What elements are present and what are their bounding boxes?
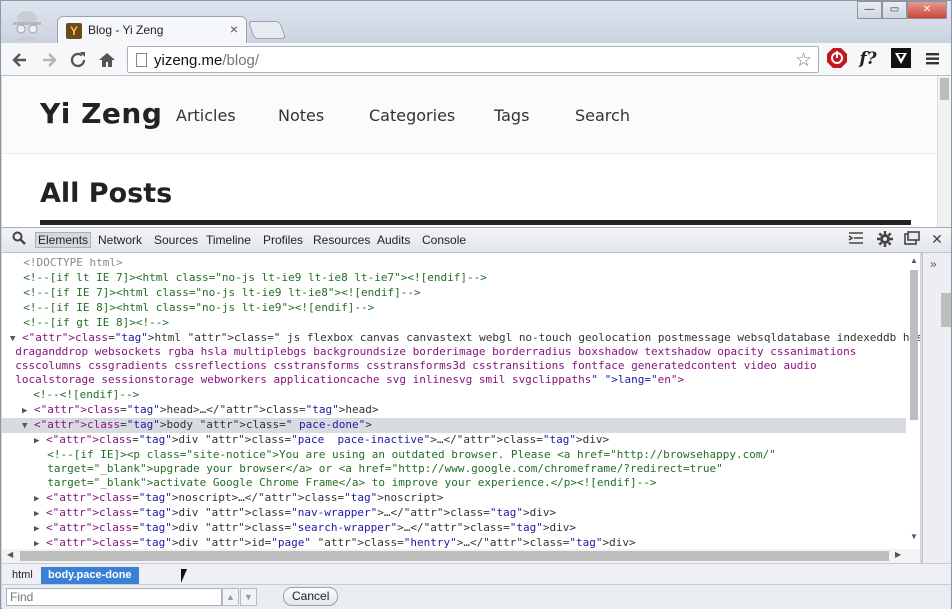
horizontal-scrollbar-thumb[interactable] xyxy=(20,551,889,561)
forward-arrow-icon[interactable] xyxy=(38,49,60,71)
address-bar[interactable]: yizeng.me/blog/ ☆ xyxy=(127,46,819,73)
dom-node-row[interactable]: ▶ <"attr">class="tag">head>…</"attr">cla… xyxy=(2,403,379,418)
dom-node-row[interactable]: localstorage sessionstorage webworkers a… xyxy=(2,373,684,387)
expand-toggle-icon[interactable]: ▶ xyxy=(34,436,39,446)
breadcrumb: html body.pace-done xyxy=(2,563,951,584)
dom-node-row[interactable]: <!DOCTYPE html> xyxy=(2,256,122,270)
find-bar: ▲ ▼ Cancel xyxy=(2,584,951,609)
tab-network[interactable]: Network xyxy=(98,233,142,247)
find-next-button[interactable]: ▼ xyxy=(240,588,257,606)
tab-timeline[interactable]: Timeline xyxy=(206,233,251,247)
expand-toggle-icon[interactable]: ▶ xyxy=(34,509,39,519)
url-text: yizeng.me/blog/ xyxy=(154,52,260,69)
nav-articles[interactable]: Articles xyxy=(176,106,236,125)
tab-title: Blog - Yi Zeng xyxy=(88,23,164,37)
page-scrollbar-thumb[interactable] xyxy=(940,78,949,100)
scroll-right-icon[interactable]: ▶ xyxy=(895,550,901,559)
find-input[interactable] xyxy=(6,588,222,606)
divider xyxy=(40,220,911,225)
function-extension-icon[interactable]: f? xyxy=(856,47,880,71)
maximize-button[interactable]: ▭ xyxy=(882,1,907,19)
reload-icon[interactable] xyxy=(67,49,89,71)
search-icon[interactable] xyxy=(10,231,28,249)
vimium-extension-icon[interactable] xyxy=(889,47,913,71)
undock-icon[interactable] xyxy=(903,231,921,249)
back-arrow-icon[interactable] xyxy=(9,49,31,71)
tab-strip: Y Blog - Yi Zeng × — ▭ ✕ xyxy=(1,1,951,44)
page-title: All Posts xyxy=(40,178,173,209)
gear-icon[interactable] xyxy=(876,231,894,251)
tab-elements[interactable]: Elements xyxy=(35,232,92,248)
dom-node-row[interactable]: ▶ <"attr">class="tag">div "attr">class="… xyxy=(2,506,556,521)
sidebar-scrollbar-thumb[interactable] xyxy=(941,293,951,327)
nav-tags[interactable]: Tags xyxy=(494,106,529,125)
expand-toggle-icon[interactable]: ▶ xyxy=(34,539,39,549)
styles-sidebar: » xyxy=(922,253,951,563)
dom-node-row[interactable]: target="_blank">upgrade your browser</a>… xyxy=(2,462,723,476)
dom-node-row[interactable]: ▶ <"attr">class="tag">div "attr">class="… xyxy=(2,521,576,536)
tab-close-icon[interactable]: × xyxy=(230,21,238,37)
close-window-button[interactable]: ✕ xyxy=(907,1,947,19)
cancel-button[interactable]: Cancel xyxy=(283,587,339,606)
page-scrollbar[interactable] xyxy=(937,76,951,227)
page-icon xyxy=(136,53,147,67)
web-page: Yi Zeng Articles Notes Categories Tags S… xyxy=(2,76,937,227)
find-previous-button[interactable]: ▲ xyxy=(222,588,239,606)
dom-node-row[interactable]: target="_blank">activate Google Chrome F… xyxy=(2,476,656,490)
site-header: Yi Zeng Articles Notes Categories Tags S… xyxy=(2,76,937,154)
incognito-icon xyxy=(7,7,47,41)
expand-toggle-icon[interactable]: ▼ xyxy=(10,334,15,344)
dom-node-row[interactable]: ▶ <"attr">class="tag">div "attr">class="… xyxy=(2,433,609,448)
dom-node-row[interactable]: <!--[if IE 7]><html class="no-js lt-ie9 … xyxy=(2,286,420,300)
dom-node-row[interactable]: draganddrop websockets rgba hsla multipl… xyxy=(2,345,856,359)
breadcrumb-body[interactable]: body.pace-done xyxy=(41,567,139,584)
scroll-down-icon[interactable]: ▼ xyxy=(910,532,918,541)
mouse-cursor-icon xyxy=(181,569,193,583)
stop-sign-extension-icon[interactable] xyxy=(825,47,849,71)
browser-window: Y Blog - Yi Zeng × — ▭ ✕ yizeng.me/blog/… xyxy=(0,0,952,609)
expand-toggle-icon[interactable]: ▶ xyxy=(22,406,27,416)
nav-notes[interactable]: Notes xyxy=(278,106,324,125)
dom-node-row[interactable]: ▼ <"attr">class="tag">html "attr">class=… xyxy=(2,331,920,346)
elements-tree: <!DOCTYPE html> <!--[if lt IE 7]><html c… xyxy=(2,253,920,549)
expand-toggle-icon[interactable]: ▶ xyxy=(34,524,39,534)
sidebar-expand-icon[interactable]: » xyxy=(930,257,937,271)
browser-toolbar: yizeng.me/blog/ ☆ f? xyxy=(1,43,951,76)
nav-search[interactable]: Search xyxy=(575,106,630,125)
scroll-left-icon[interactable]: ◀ xyxy=(7,550,13,559)
tab-blog[interactable]: Y Blog - Yi Zeng × xyxy=(57,16,247,44)
dom-node-row[interactable]: <!--[if gt IE 8]><!--> xyxy=(2,316,169,330)
site-brand[interactable]: Yi Zeng xyxy=(40,97,162,130)
dom-node-row[interactable]: <!--[if IE]><p class="site-notice">You a… xyxy=(2,448,775,462)
scroll-up-icon[interactable]: ▲ xyxy=(910,256,918,265)
dom-node-row[interactable]: <!--<![endif]--> xyxy=(2,388,139,402)
menu-icon[interactable] xyxy=(920,47,944,71)
tab-audits[interactable]: Audits xyxy=(377,233,410,247)
horizontal-scrollbar[interactable]: ◀ ▶ xyxy=(2,549,920,563)
drawer-toggle-icon[interactable] xyxy=(847,231,865,249)
devtools-toolbar: Elements Network Sources Timeline Profil… xyxy=(2,227,951,253)
close-devtools-icon[interactable]: ✕ xyxy=(928,231,946,248)
expand-toggle-icon[interactable]: ▶ xyxy=(34,494,39,504)
dom-node-row[interactable]: <!--[if IE 8]><html class="no-js lt-ie9"… xyxy=(2,301,374,315)
dom-node-row[interactable]: csscolumns cssgradients cssreflections c… xyxy=(2,359,816,373)
tab-sources[interactable]: Sources xyxy=(154,233,198,247)
new-tab-button[interactable] xyxy=(247,21,287,39)
dom-node-row[interactable]: ▶ <"attr">class="tag">div "attr">id="pag… xyxy=(2,536,636,549)
minimize-button[interactable]: — xyxy=(857,1,882,19)
elements-scrollbar-thumb[interactable] xyxy=(910,270,918,420)
dom-node-row[interactable]: ▶ <"attr">class="tag">noscript>…</"attr"… xyxy=(2,491,443,506)
expand-toggle-icon[interactable]: ▼ xyxy=(22,421,27,431)
tab-resources[interactable]: Resources xyxy=(313,233,370,247)
star-icon[interactable]: ☆ xyxy=(795,49,812,72)
elements-scrollbar[interactable]: ▲ ▼ xyxy=(907,256,921,546)
selected-node-row[interactable]: ▼ <"attr">class="tag">body "attr">class=… xyxy=(2,418,906,433)
nav-categories[interactable]: Categories xyxy=(369,106,455,125)
tab-console[interactable]: Console xyxy=(422,233,466,247)
home-icon[interactable] xyxy=(96,49,118,71)
dom-node-row[interactable]: <!--[if lt IE 7]><html class="no-js lt-i… xyxy=(2,271,487,285)
breadcrumb-html[interactable]: html xyxy=(5,567,40,584)
favicon-icon: Y xyxy=(66,23,82,39)
tab-profiles[interactable]: Profiles xyxy=(263,233,303,247)
